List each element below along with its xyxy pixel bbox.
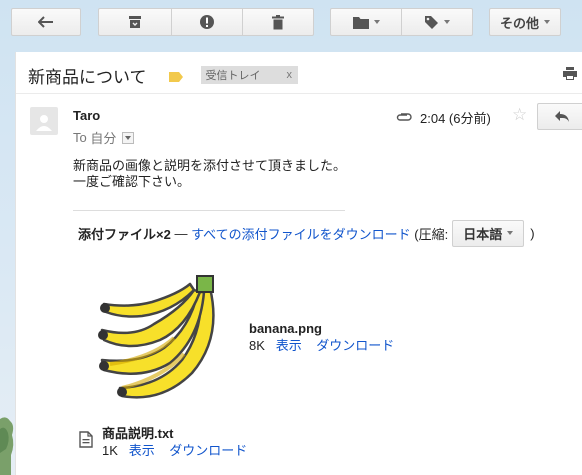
back-button[interactable]: [11, 8, 81, 36]
to-name: 自分: [90, 131, 117, 146]
compress-prefix: (圧縮:: [414, 226, 449, 242]
tag-icon: [425, 15, 438, 29]
archive-button[interactable]: [98, 8, 172, 36]
file-actions: 8K 表示 ダウンロード: [249, 337, 394, 354]
attachment-divider: [73, 210, 345, 211]
text-file-icon: [79, 431, 93, 451]
language-select-value: 日本語: [463, 226, 503, 242]
attachment-count: 添付ファイル×2: [78, 226, 171, 242]
paperclip-icon: [396, 113, 412, 121]
details-dropdown[interactable]: [122, 131, 135, 144]
delete-button[interactable]: [242, 8, 314, 36]
banana-thumbnail[interactable]: [82, 268, 232, 408]
chevron-down-icon: [444, 20, 450, 24]
chevron-down-icon: [125, 135, 132, 140]
download-link[interactable]: ダウンロード: [316, 338, 394, 353]
spam-icon: [200, 15, 214, 29]
back-arrow-icon: [38, 16, 53, 28]
body-line: 一度ご確認下さい。: [73, 174, 191, 189]
person-icon: [36, 115, 52, 131]
language-select[interactable]: 日本語: [452, 219, 525, 247]
body-line: 新商品の画像と説明を添付させて頂きました。: [73, 158, 347, 173]
label-marker-icon[interactable]: [168, 70, 183, 82]
reply-button[interactable]: [537, 103, 582, 130]
background-foliage: [0, 415, 15, 475]
inbox-label-chip[interactable]: 受信トレイ x: [200, 66, 298, 84]
label-chip-text: 受信トレイ: [205, 70, 261, 82]
star-icon[interactable]: ☆: [512, 105, 527, 125]
message-panel: 新商品について 受信トレイ x Taro To 自分 2:04 (6分前) ☆ …: [15, 52, 582, 475]
download-link[interactable]: ダウンロード: [169, 443, 247, 458]
report-spam-button[interactable]: [171, 8, 243, 36]
view-link[interactable]: 表示: [276, 338, 302, 353]
header-divider: [16, 93, 582, 94]
message-body: 新商品の画像と説明を添付させて頂きました。 一度ご確認下さい。: [73, 158, 346, 190]
labels-button[interactable]: [401, 8, 473, 36]
avatar[interactable]: [30, 107, 58, 135]
recipient-line: To 自分: [73, 128, 135, 147]
subject-row: 新商品について 受信トレイ x: [28, 64, 298, 87]
download-all-link[interactable]: すべての添付ファイルをダウンロード: [191, 224, 411, 243]
file-size: 8K: [249, 338, 265, 353]
message-time: 2:04 (6分前): [420, 111, 491, 126]
toolbar: その他: [0, 0, 582, 50]
remove-label-button[interactable]: x: [287, 69, 293, 81]
sender-name[interactable]: Taro: [73, 108, 100, 123]
dash: —: [174, 225, 188, 241]
reply-icon: [555, 111, 569, 122]
file-name[interactable]: banana.png: [249, 320, 394, 337]
message-meta: 2:04 (6分前): [396, 108, 491, 127]
to-prefix: To: [73, 130, 87, 145]
attachment-header: 添付ファイル×2 — すべての添付ファイルをダウンロード (圧縮: 日本語 ): [78, 219, 535, 247]
folder-icon: [352, 16, 369, 29]
file-actions: 1K 表示 ダウンロード: [102, 442, 247, 459]
chevron-down-icon: [373, 20, 380, 24]
chevron-down-icon: [507, 231, 514, 235]
subject-title: 新商品について: [28, 67, 147, 87]
file-name[interactable]: 商品説明.txt: [102, 425, 247, 442]
archive-icon: [129, 16, 141, 28]
compress-suffix: ): [530, 225, 535, 241]
move-to-button[interactable]: [330, 8, 402, 36]
attachment-file: 商品説明.txt 1K 表示 ダウンロード: [102, 425, 247, 459]
more-button-label: その他: [499, 15, 539, 31]
file-size: 1K: [102, 443, 118, 458]
print-icon[interactable]: [563, 67, 577, 83]
chevron-down-icon: [544, 20, 550, 24]
more-button[interactable]: その他: [489, 8, 561, 36]
attachment-file: banana.png 8K 表示 ダウンロード: [249, 320, 394, 354]
view-link[interactable]: 表示: [129, 443, 155, 458]
trash-icon: [272, 14, 284, 29]
